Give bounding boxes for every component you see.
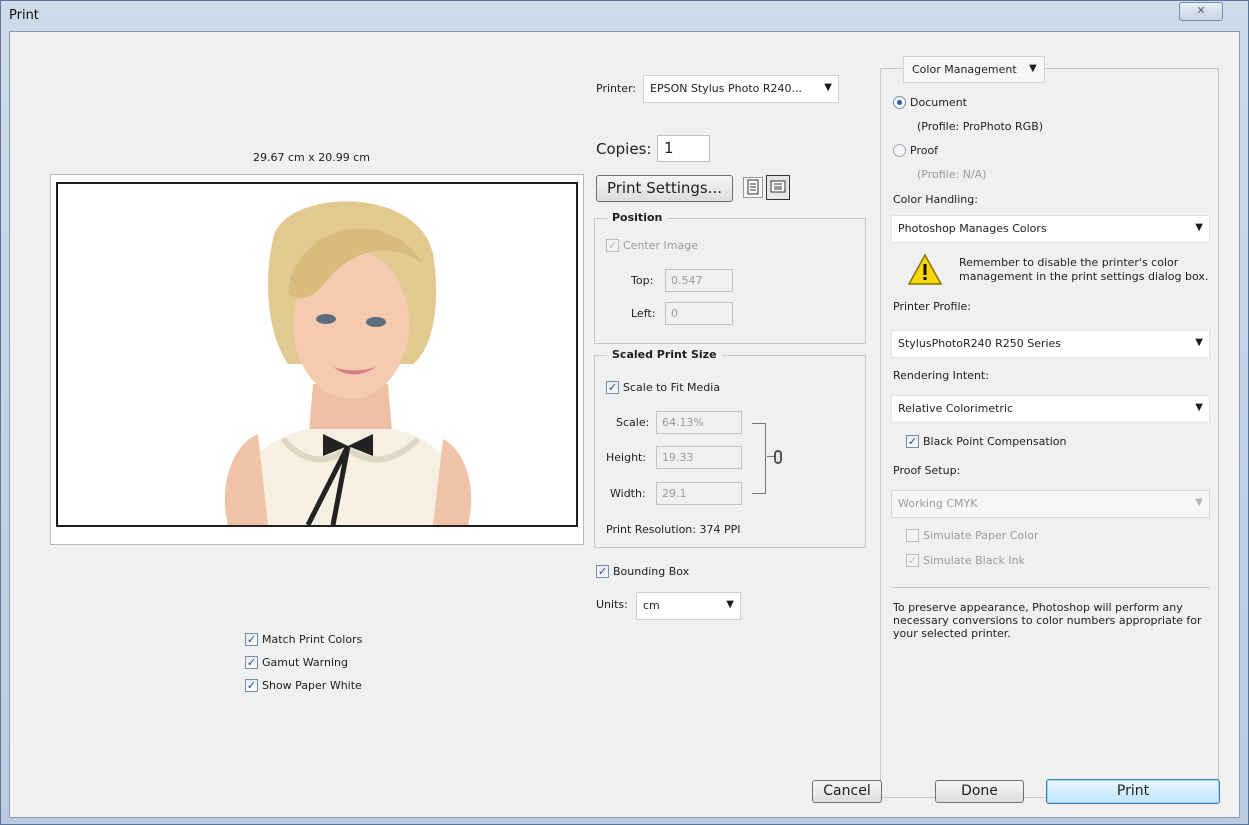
units-select-value: cm [643,599,660,612]
copies-label: Copies: [596,140,652,158]
height-label: Height: [606,451,647,464]
rendering-intent-value: Relative Colorimetric [898,402,1014,415]
chevron-down-icon: ▼ [1195,497,1203,508]
proportion-bracket [752,423,766,494]
chevron-down-icon: ▼ [726,599,734,610]
gamut-warning-label: Gamut Warning [262,656,348,669]
proof-profile: (Profile: N/A) [917,168,987,181]
top-input[interactable]: 0.547 [665,269,733,292]
show-paper-white-label: Show Paper White [262,679,362,692]
match-print-colors-checkbox[interactable]: ✓ [245,633,258,646]
color-handling-label: Color Handling: [893,193,978,206]
scale-to-fit-label: Scale to Fit Media [623,381,721,394]
bounding-box-label: Bounding Box [613,565,690,578]
landscape-page-icon [770,180,786,193]
height-input[interactable]: 19.33 [656,446,742,469]
color-management-menu[interactable]: Color Management ▼ [903,56,1045,83]
black-point-compensation-checkbox[interactable]: ✓ [906,435,919,448]
link-icon[interactable] [774,450,782,464]
show-paper-white-checkbox[interactable]: ✓ [245,679,258,692]
proof-radio[interactable] [893,144,906,157]
print-dialog: Print ✕ 29.67 cm x 20.99 cm ✓ Match Prin… [0,0,1249,825]
printer-management-warning: Remember to disable the printer's color … [959,256,1209,283]
color-handling-select[interactable]: Photoshop Manages Colors ▼ [891,215,1210,243]
chevron-down-icon: ▼ [1029,63,1037,74]
preview-paper [50,174,584,545]
printer-select[interactable]: EPSON Stylus Photo R240... ▼ [643,75,839,103]
divider [891,587,1210,588]
bounding-box-checkbox[interactable]: ✓ [596,565,609,578]
window-title: Print [9,8,39,23]
printer-select-value: EPSON Stylus Photo R240... [650,82,803,95]
chevron-down-icon: ▼ [824,82,832,93]
width-input[interactable]: 29.1 [656,482,742,505]
portrait-orientation-button[interactable] [743,177,763,198]
color-handling-value: Photoshop Manages Colors [898,222,1047,235]
proof-setup-select[interactable]: Working CMYK ▼ [891,490,1210,518]
simulate-paper-color-label: Simulate Paper Color [923,529,1039,542]
preview-image-frame [56,182,578,527]
printer-profile-value: StylusPhotoR240 R250 Series [898,337,1062,350]
scaled-print-size-legend: Scaled Print Size [607,348,722,361]
document-profile: (Profile: ProPhoto RGB) [917,120,1044,133]
center-image-label: Center Image [623,239,698,252]
chevron-down-icon: ▼ [1195,402,1203,413]
title-bar: Print ✕ [1,1,1248,31]
simulate-black-ink-label: Simulate Black Ink [923,554,1025,567]
scale-to-fit-checkbox[interactable]: ✓ [606,381,619,394]
portrait-page-icon [747,179,759,195]
rendering-intent-label: Rendering Intent: [893,369,989,382]
gamut-warning-checkbox[interactable]: ✓ [245,656,258,669]
print-button[interactable]: Print [1046,779,1220,804]
scale-label: Scale: [616,416,650,429]
units-select[interactable]: cm ▼ [636,592,741,620]
warning-icon [907,253,943,285]
print-settings-button[interactable]: Print Settings... [596,175,733,202]
landscape-orientation-button[interactable] [766,175,790,200]
chevron-down-icon: ▼ [1195,222,1203,233]
bracket-tick [767,456,774,457]
printer-label: Printer: [596,82,637,95]
print-dimensions: 29.67 cm x 20.99 cm [253,151,371,164]
close-icon: ✕ [1196,4,1206,17]
copies-input[interactable]: 1 [657,135,710,162]
color-management-header: Color Management [912,63,1017,76]
simulate-black-ink-checkbox[interactable]: ✓ [906,554,919,567]
scaled-print-size-group: Scaled Print Size ✓ Scale to Fit Media S… [594,348,866,548]
left-input[interactable]: 0 [665,302,733,325]
color-management-panel: Color Management ▼ Document (Profile: Pr… [880,56,1219,798]
dialog-body: 29.67 cm x 20.99 cm ✓ Match Print Colors… [9,31,1240,818]
top-label: Top: [631,274,654,287]
proof-label: Proof [910,144,939,157]
left-label: Left: [631,307,656,320]
width-label: Width: [610,487,646,500]
scale-input[interactable]: 64.13% [656,411,742,434]
cancel-button[interactable]: Cancel [812,780,882,803]
simulate-paper-color-checkbox[interactable] [906,529,919,542]
center-image-checkbox[interactable]: ✓ [606,239,619,252]
proof-setup-label: Proof Setup: [893,464,961,477]
done-button[interactable]: Done [935,780,1024,803]
document-label: Document [910,96,967,109]
match-print-colors-label: Match Print Colors [262,633,363,646]
close-button[interactable]: ✕ [1179,2,1223,21]
document-radio[interactable] [893,96,906,109]
position-legend: Position [607,211,668,224]
chevron-down-icon: ▼ [1195,337,1203,348]
rendering-intent-select[interactable]: Relative Colorimetric ▼ [891,395,1210,423]
units-label: Units: [596,598,628,611]
color-conversion-note: To preserve appearance, Photoshop will p… [893,601,1202,640]
portrait-photo-icon [58,184,576,525]
print-resolution: Print Resolution: 374 PPI [606,523,741,536]
printer-profile-select[interactable]: StylusPhotoR240 R250 Series ▼ [891,330,1210,358]
position-group: Position ✓ Center Image Top: 0.547 Left:… [594,211,866,344]
printer-profile-label: Printer Profile: [893,300,971,313]
black-point-compensation-label: Black Point Compensation [923,435,1067,448]
proof-setup-value: Working CMYK [898,497,978,510]
